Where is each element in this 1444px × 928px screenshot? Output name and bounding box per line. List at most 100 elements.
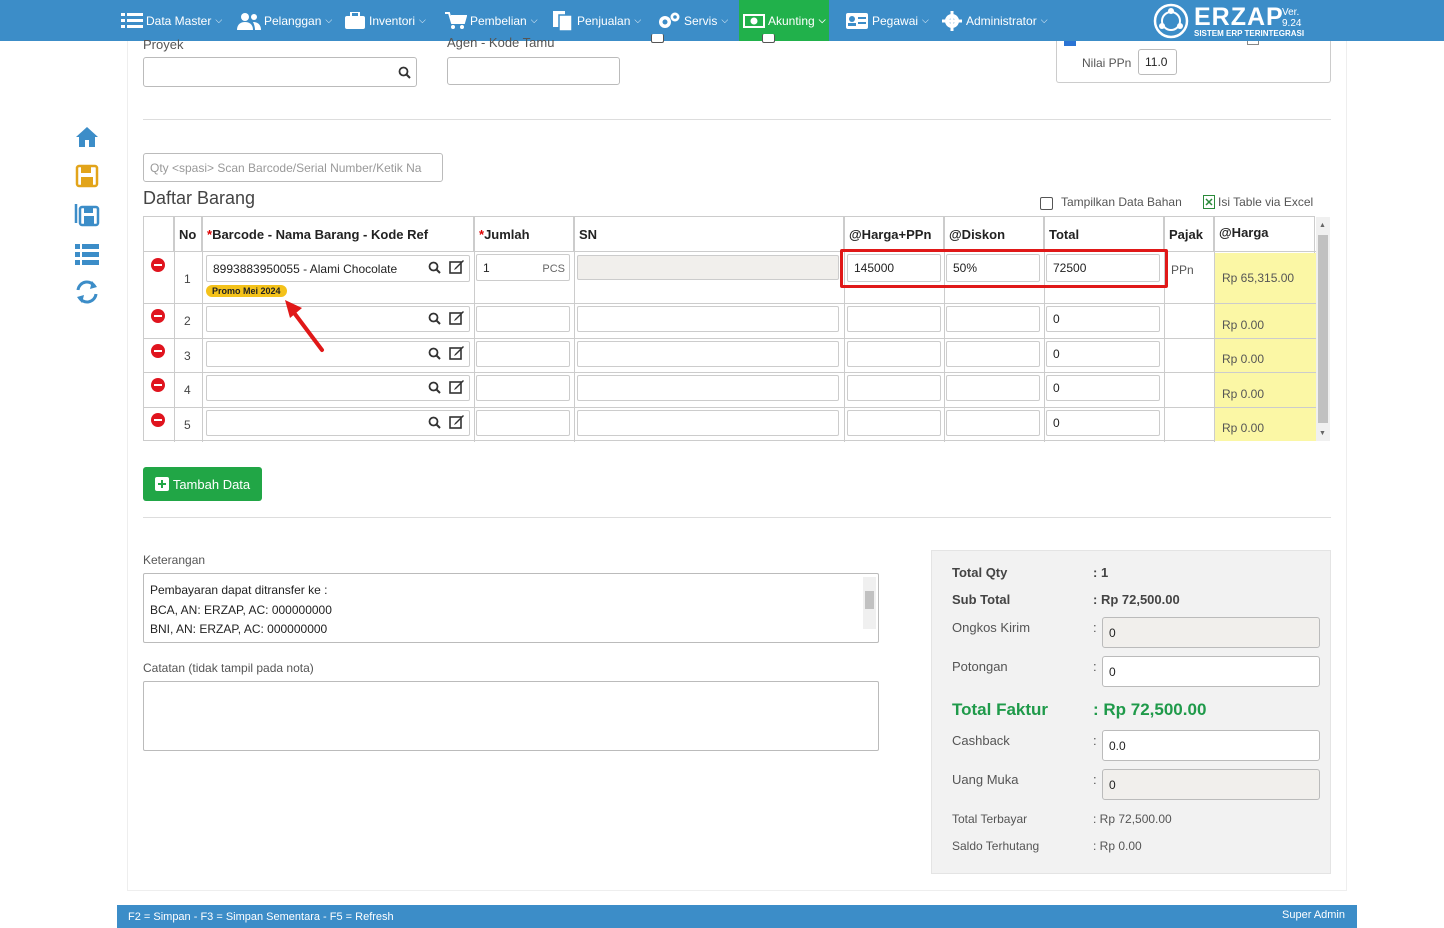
header-total-text: Total	[1049, 226, 1080, 242]
nav-label: Pembelian	[470, 13, 527, 28]
keterangan-textarea[interactable]: Pembayaran dapat ditransfer ke : BCA, AN…	[143, 573, 879, 643]
sn-input[interactable]	[577, 341, 839, 367]
nav-pegawai[interactable]: Pegawai ⌵	[845, 0, 929, 41]
nav-pelanggan[interactable]: Pelanggan ⌵	[237, 0, 332, 41]
save-icon[interactable]	[74, 163, 100, 189]
ppn-checkbox-2[interactable]	[1247, 41, 1259, 45]
keterangan-line: Pembayaran dapat ditransfer ke :	[150, 583, 328, 597]
chevron-down-icon: ⌵	[325, 15, 333, 25]
show-material-checkbox[interactable]	[1040, 197, 1053, 210]
edit-icon[interactable]	[449, 310, 465, 325]
nav-administrator[interactable]: Administrator ⌵	[941, 0, 1048, 41]
search-icon[interactable]	[398, 66, 411, 79]
scan-input[interactable]: Qty <spasi> Scan Barcode/Serial Number/K…	[143, 153, 443, 182]
qty-input[interactable]: 1 PCS	[476, 254, 570, 281]
nav-servis[interactable]: Servis ⌵	[657, 0, 728, 41]
delete-row-icon[interactable]	[151, 413, 165, 427]
ongkos-input[interactable]: 0	[1102, 617, 1320, 648]
terbayar-value: : Rp 72,500.00	[1093, 812, 1172, 826]
nav-penjualan[interactable]: Penjualan ⌵	[552, 0, 641, 41]
home-icon[interactable]	[74, 124, 100, 150]
search-icon[interactable]	[428, 261, 441, 274]
potongan-value: 0	[1109, 664, 1116, 679]
diskon-input[interactable]	[946, 306, 1040, 332]
excel-link[interactable]: Isi Table via Excel	[1218, 195, 1313, 209]
scroll-up-icon[interactable]: ▲	[1319, 222, 1326, 229]
search-icon[interactable]	[428, 381, 441, 394]
table-scrollbar[interactable]: ▲ ▼	[1316, 217, 1330, 441]
harga-input[interactable]	[847, 410, 941, 436]
edit-icon[interactable]	[449, 345, 465, 360]
diskon-input[interactable]	[946, 341, 1040, 367]
chevron-down-icon: ⌵	[1040, 15, 1048, 25]
add-row-button[interactable]: Tambah Data	[143, 467, 262, 501]
ppn-input[interactable]: 11.0	[1138, 49, 1177, 75]
nav-akunting[interactable]: Akunting ⌵	[739, 0, 829, 41]
qty-input[interactable]	[476, 410, 570, 436]
delete-row-icon[interactable]	[151, 344, 165, 358]
edit-icon[interactable]	[449, 379, 465, 394]
annotation-arrow-icon	[285, 300, 324, 352]
save-all-icon[interactable]	[74, 202, 100, 228]
current-user[interactable]: Super Admin	[1282, 909, 1345, 921]
agen-input[interactable]	[447, 57, 620, 85]
qty-input[interactable]	[476, 341, 570, 367]
total-input[interactable]: 0	[1046, 341, 1160, 367]
sn-input[interactable]	[577, 255, 839, 280]
briefcase-icon	[345, 11, 365, 29]
harga-input[interactable]	[847, 341, 941, 367]
harga2-value: Rp 0.00	[1222, 386, 1265, 401]
keterangan-line: BCA, AN: ERZAP, AC: 000000000	[150, 602, 332, 617]
ppn-label: Nilai PPn	[1082, 56, 1132, 70]
harga-input[interactable]	[847, 375, 941, 401]
textarea-scrollbar[interactable]	[863, 577, 876, 629]
qty-input[interactable]	[476, 306, 570, 332]
ppn-checkbox[interactable]	[1064, 41, 1076, 46]
row-divider	[144, 407, 1316, 408]
total-input[interactable]: 0	[1046, 375, 1160, 401]
scan-placeholder: Qty <spasi> Scan Barcode/Serial Number/K…	[150, 160, 422, 175]
scrollbar-thumb[interactable]	[1318, 235, 1328, 423]
delete-row-icon[interactable]	[151, 258, 165, 272]
total-faktur-label: Total Faktur	[952, 700, 1049, 719]
harga2-cell: Rp 0.00	[1215, 408, 1316, 441]
delete-row-icon[interactable]	[151, 309, 165, 323]
cashback-input[interactable]: 0.0	[1102, 730, 1320, 761]
harga-input[interactable]	[847, 306, 941, 332]
nav-inventori[interactable]: Inventori ⌵	[344, 0, 426, 41]
diskon-input[interactable]	[946, 375, 1040, 401]
sn-input[interactable]	[577, 306, 839, 332]
sn-input[interactable]	[577, 410, 839, 436]
search-icon[interactable]	[428, 312, 441, 325]
total-input[interactable]: 0	[1046, 306, 1160, 332]
delete-row-icon[interactable]	[151, 378, 165, 392]
list-view-icon[interactable]	[74, 241, 100, 267]
total-input[interactable]: 0	[1046, 410, 1160, 436]
header-harga-text: @Harga+PPn	[849, 226, 932, 242]
search-icon[interactable]	[428, 347, 441, 360]
nav-label: Inventori	[369, 13, 416, 28]
checkbox-partial-2[interactable]	[762, 34, 775, 43]
search-icon[interactable]	[428, 416, 441, 429]
harga2-value: Rp 0.00	[1222, 421, 1265, 435]
header-jumlah: * Jumlah	[474, 217, 574, 252]
document-icon	[553, 10, 573, 31]
uang-muka-input[interactable]: 0	[1102, 769, 1320, 800]
checkbox-partial[interactable]	[651, 34, 664, 43]
sn-input[interactable]	[577, 375, 839, 401]
nav-data-master[interactable]: Data Master ⌵	[121, 0, 222, 41]
header-no: No	[174, 217, 202, 252]
erzap-logo[interactable]: ERZAP SISTEM ERP TERINTEGRASI Ver. 9.24	[1152, 2, 1304, 40]
edit-icon[interactable]	[449, 259, 465, 274]
excel-icon[interactable]	[1203, 195, 1215, 209]
scroll-down-icon[interactable]: ▼	[1319, 430, 1326, 437]
cashback-label: Cashback	[952, 733, 1010, 748]
diskon-input[interactable]	[946, 410, 1040, 436]
proyek-input[interactable]	[143, 57, 417, 87]
terbayar-label: Total Terbayar	[952, 812, 1028, 826]
edit-icon[interactable]	[449, 414, 465, 429]
catatan-textarea[interactable]	[143, 681, 879, 751]
potongan-input[interactable]: 0	[1102, 656, 1320, 687]
refresh-icon[interactable]	[74, 279, 100, 305]
qty-input[interactable]	[476, 375, 570, 401]
